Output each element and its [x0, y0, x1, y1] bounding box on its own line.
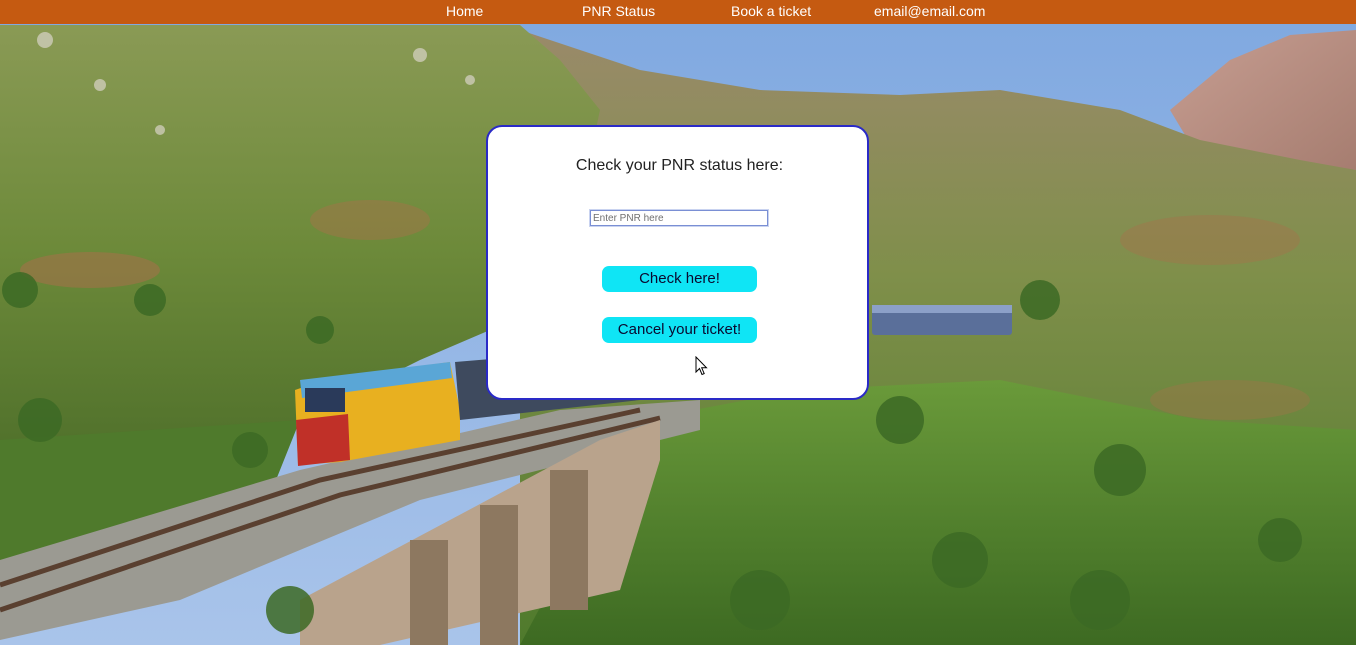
nav-home-link[interactable]: Home	[446, 3, 483, 19]
page: Home PNR Status Book a ticket email@emai…	[0, 0, 1356, 645]
mouse-cursor-icon	[695, 356, 708, 376]
top-navbar: Home PNR Status Book a ticket email@emai…	[0, 0, 1356, 24]
nav-email-link[interactable]: email@email.com	[874, 3, 985, 19]
nav-book-ticket-link[interactable]: Book a ticket	[731, 3, 811, 19]
pnr-status-card: Check your PNR status here: Check here! …	[486, 125, 869, 400]
nav-pnr-status-link[interactable]: PNR Status	[582, 3, 655, 19]
pnr-input[interactable]	[589, 209, 769, 227]
cancel-ticket-button[interactable]: Cancel your ticket!	[602, 317, 757, 343]
pnr-card-title: Check your PNR status here:	[575, 157, 784, 174]
check-pnr-button[interactable]: Check here!	[602, 266, 757, 292]
